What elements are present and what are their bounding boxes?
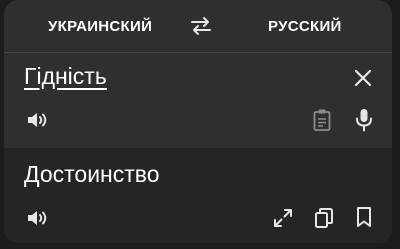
translation-panel: Достоинство	[4, 148, 392, 243]
language-bar: УКРАИНСКИЙ РУССКИЙ	[4, 0, 392, 52]
copy-icon[interactable]	[314, 207, 334, 229]
speaker-icon[interactable]	[26, 208, 50, 228]
swap-icon[interactable]	[190, 16, 212, 36]
bookmark-icon[interactable]	[355, 206, 373, 228]
microphone-icon[interactable]	[354, 108, 374, 132]
translation-text: Достоинство	[24, 161, 160, 187]
divider	[4, 52, 392, 53]
source-language-button[interactable]: УКРАИНСКИЙ	[48, 18, 152, 35]
clipboard-icon[interactable]	[312, 108, 332, 132]
expand-icon[interactable]	[272, 207, 294, 229]
close-icon[interactable]	[353, 68, 373, 88]
translator-card: УКРАИНСКИЙ РУССКИЙ Гідність Достоинство	[4, 0, 392, 243]
target-language-button[interactable]: РУССКИЙ	[268, 18, 342, 35]
source-text[interactable]: Гідність	[24, 63, 107, 90]
speaker-icon[interactable]	[26, 110, 50, 130]
